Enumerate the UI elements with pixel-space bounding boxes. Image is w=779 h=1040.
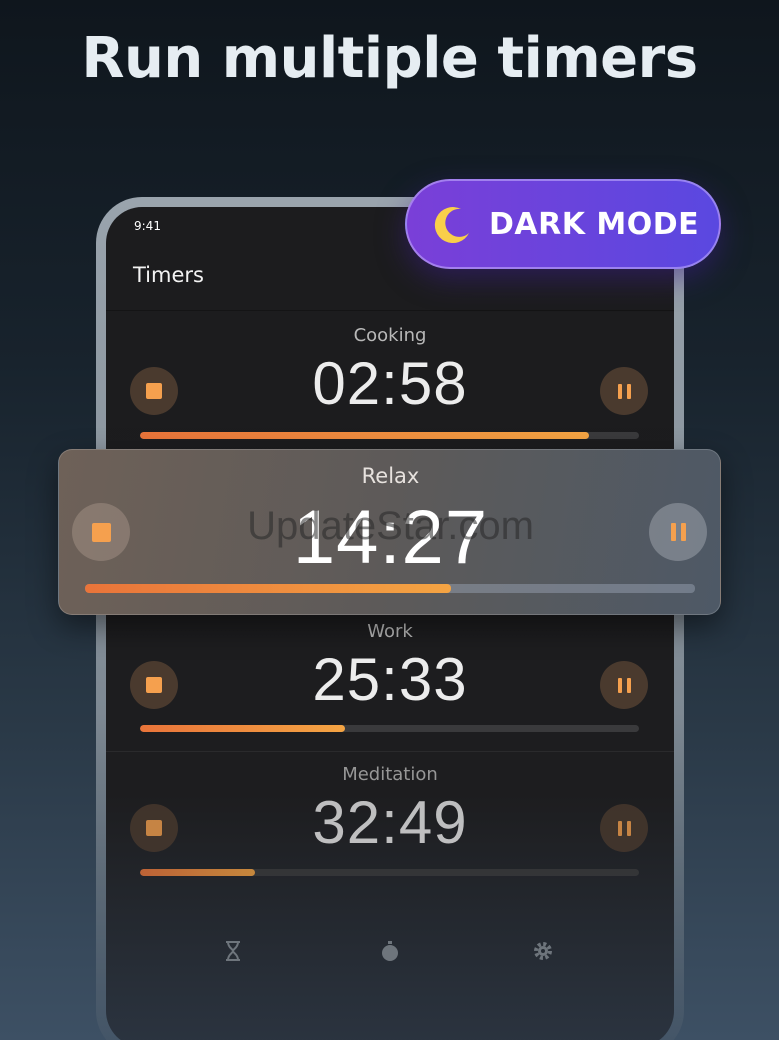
pause-icon <box>617 820 631 836</box>
timer-relax-card[interactable]: Relax 14:27 UpdateStar.com <box>58 449 721 615</box>
dark-mode-badge: DARK MODE <box>405 179 721 269</box>
page-title: Timers <box>133 263 204 287</box>
progress-fill <box>85 584 451 593</box>
watermark-text: UpdateStar.com <box>247 504 534 548</box>
stop-icon <box>146 820 162 836</box>
timer-meditation[interactable]: Meditation 32:49 <box>106 752 674 892</box>
progress-track <box>140 725 639 732</box>
stop-button[interactable] <box>130 367 178 415</box>
pause-button[interactable] <box>600 661 648 709</box>
phone-screen: 9:41 Timers Cooking 02:58 Work 25:33 Med… <box>106 207 674 1040</box>
pause-icon <box>617 383 631 399</box>
progress-track <box>140 432 639 439</box>
dark-mode-label: DARK MODE <box>489 207 700 242</box>
timer-cooking[interactable]: Cooking 02:58 <box>106 311 674 451</box>
headline: Run multiple timers <box>81 26 698 91</box>
timer-label: Meditation <box>342 764 438 785</box>
progress-fill <box>140 869 255 876</box>
timer-time: 25:33 <box>312 646 468 713</box>
phone-frame: 9:41 Timers Cooking 02:58 Work 25:33 Med… <box>96 197 684 1040</box>
gear-icon[interactable] <box>531 939 555 963</box>
hourglass-icon[interactable] <box>221 939 245 963</box>
stop-button[interactable] <box>72 503 130 561</box>
pause-button[interactable] <box>600 804 648 852</box>
timer-label: Work <box>367 621 413 642</box>
timer-time: 02:58 <box>312 350 468 417</box>
moon-icon <box>434 207 469 244</box>
timer-work[interactable]: Work 25:33 <box>106 611 674 751</box>
progress-fill <box>140 725 345 732</box>
timer-label: Relax <box>361 464 420 488</box>
status-bar-time: 9:41 <box>134 219 161 233</box>
progress-track <box>140 869 639 876</box>
progress-fill <box>140 432 590 439</box>
stop-button[interactable] <box>130 804 178 852</box>
stop-button[interactable] <box>130 661 178 709</box>
pause-button[interactable] <box>600 367 648 415</box>
stop-icon <box>146 677 162 693</box>
stop-icon <box>146 383 162 399</box>
pause-icon <box>670 523 686 541</box>
pause-icon <box>617 677 631 693</box>
timer-time: 32:49 <box>312 789 468 856</box>
progress-track <box>85 584 695 593</box>
pause-button[interactable] <box>649 503 707 561</box>
stopwatch-icon[interactable] <box>378 939 402 963</box>
stop-icon <box>91 522 111 542</box>
timer-label: Cooking <box>353 325 427 346</box>
